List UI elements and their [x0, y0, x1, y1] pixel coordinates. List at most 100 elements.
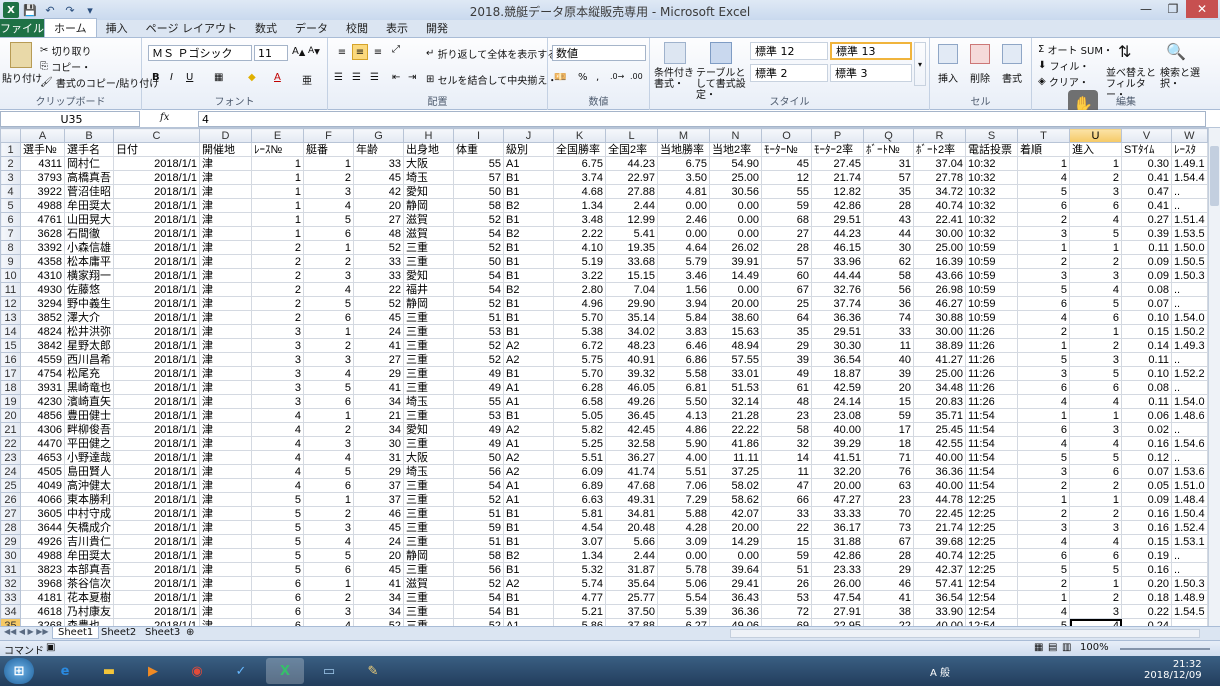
cell[interactable]: 76	[863, 464, 914, 479]
row-header[interactable]: 9	[0, 254, 21, 269]
cell[interactable]: 4311	[20, 156, 65, 171]
cell[interactable]: 東本勝利	[64, 492, 114, 507]
cell[interactable]: 三重	[403, 478, 454, 493]
cell[interactable]: 0.09	[1121, 492, 1172, 507]
cell[interactable]: 52	[453, 240, 504, 255]
cell[interactable]: 滋賀	[403, 212, 454, 227]
cell[interactable]: 2018/1/1	[113, 492, 200, 507]
cell[interactable]: ..	[1171, 352, 1208, 367]
percent-icon[interactable]: %	[578, 72, 588, 83]
cell[interactable]: 54	[453, 604, 504, 619]
cell[interactable]: 35	[761, 324, 812, 339]
cell[interactable]: 34.48	[913, 380, 966, 395]
row-header[interactable]: 31	[0, 562, 21, 577]
cell[interactable]: 37.74	[811, 296, 864, 311]
cell[interactable]: B1	[503, 590, 554, 605]
cell[interactable]: 津	[199, 492, 252, 507]
cell[interactable]: 54	[453, 282, 504, 297]
cell[interactable]: 44.23	[811, 226, 864, 241]
cell[interactable]: 10:59	[965, 282, 1018, 297]
cell[interactable]: 進入	[1069, 142, 1122, 157]
align-top-icon[interactable]: ≡	[334, 44, 350, 60]
cell[interactable]: 4988	[20, 198, 65, 213]
cell[interactable]: 艇番	[303, 142, 354, 157]
cell[interactable]: 33.90	[913, 604, 966, 619]
cell[interactable]: 開催地	[199, 142, 252, 157]
cell[interactable]: 2018/1/1	[113, 338, 200, 353]
cell[interactable]: 3.09	[657, 534, 710, 549]
cell[interactable]: 30	[863, 240, 914, 255]
cell[interactable]: 2018/1/1	[113, 576, 200, 591]
cell[interactable]: 26.98	[913, 282, 966, 297]
cell[interactable]: 23.33	[811, 562, 864, 577]
cell[interactable]: 3	[1069, 604, 1122, 619]
decrease-decimal-icon[interactable]: .00	[630, 72, 643, 81]
cell[interactable]: 23	[863, 492, 914, 507]
row-header[interactable]: 13	[0, 310, 21, 325]
font-name-select[interactable]: ＭＳ Ｐゴシック	[148, 45, 252, 61]
cell[interactable]: 21.74	[913, 520, 966, 535]
cell[interactable]: 52	[453, 212, 504, 227]
column-header[interactable]: B	[64, 128, 114, 143]
cell[interactable]: 森豊也	[64, 618, 114, 626]
cell[interactable]: 3793	[20, 170, 65, 185]
tab-page-layout[interactable]: ページ レイアウト	[137, 19, 246, 37]
cell[interactable]: ..	[1171, 562, 1208, 577]
cell[interactable]: 3823	[20, 562, 65, 577]
cell[interactable]: ..	[1171, 422, 1208, 437]
view-layout-icon[interactable]: ▤	[1048, 642, 1057, 653]
cell[interactable]: 52	[353, 618, 404, 626]
cell[interactable]: 2.44	[605, 198, 658, 213]
cell[interactable]: 39	[761, 352, 812, 367]
cell[interactable]: 52	[453, 338, 504, 353]
cell[interactable]: 津	[199, 534, 252, 549]
style-standard-2[interactable]: 標準 2	[750, 64, 828, 82]
cell[interactable]: 45	[353, 562, 404, 577]
cell[interactable]: 22.22	[709, 422, 762, 437]
cell[interactable]: 41	[353, 380, 404, 395]
sheet-tab-2[interactable]: Sheet2	[96, 627, 141, 638]
cell[interactable]: 3.50	[657, 170, 710, 185]
cell[interactable]: 3	[251, 324, 304, 339]
cell[interactable]: 4930	[20, 282, 65, 297]
cell[interactable]: 三重	[403, 240, 454, 255]
cell[interactable]: 57	[761, 254, 812, 269]
cell[interactable]: 38.60	[709, 310, 762, 325]
cell[interactable]: 2.46	[657, 212, 710, 227]
column-header[interactable]: P	[811, 128, 864, 143]
cell[interactable]: 3.07	[553, 534, 606, 549]
cell[interactable]: 22	[863, 618, 914, 626]
cell[interactable]: 11:54	[965, 450, 1018, 465]
cell[interactable]: 3.83	[657, 324, 710, 339]
cell[interactable]	[1171, 618, 1208, 626]
cell[interactable]: 静岡	[403, 548, 454, 563]
cell[interactable]: 1	[251, 184, 304, 199]
cell[interactable]: 愛知	[403, 422, 454, 437]
cell[interactable]: 6.63	[553, 492, 606, 507]
cell[interactable]: 4618	[20, 604, 65, 619]
row-header[interactable]: 28	[0, 520, 21, 535]
cell[interactable]: 1	[1017, 492, 1070, 507]
row-header[interactable]: 30	[0, 548, 21, 563]
cell[interactable]: 4.81	[657, 184, 710, 199]
cell[interactable]: 33	[353, 254, 404, 269]
cell[interactable]: 27	[761, 226, 812, 241]
cell[interactable]: 0.39	[1121, 226, 1172, 241]
cell[interactable]: 1	[1069, 408, 1122, 423]
cell[interactable]: B1	[503, 212, 554, 227]
cell[interactable]: 5.54	[657, 590, 710, 605]
cell[interactable]: 58	[453, 198, 504, 213]
cell[interactable]: 10:59	[965, 254, 1018, 269]
cell[interactable]: 37.25	[709, 464, 762, 479]
cell[interactable]: 0.16	[1121, 436, 1172, 451]
cell[interactable]: 20.00	[709, 520, 762, 535]
cell[interactable]: 14.49	[709, 268, 762, 283]
cell[interactable]: 2018/1/1	[113, 184, 200, 199]
cell[interactable]: 0.41	[1121, 170, 1172, 185]
cell[interactable]: 5	[1017, 352, 1070, 367]
cell[interactable]: 0.15	[1121, 534, 1172, 549]
cell[interactable]: 1	[303, 408, 354, 423]
cell[interactable]: 12:25	[965, 548, 1018, 563]
delete-cells-button[interactable]: 削除	[970, 70, 990, 85]
cell[interactable]: 5	[1017, 184, 1070, 199]
